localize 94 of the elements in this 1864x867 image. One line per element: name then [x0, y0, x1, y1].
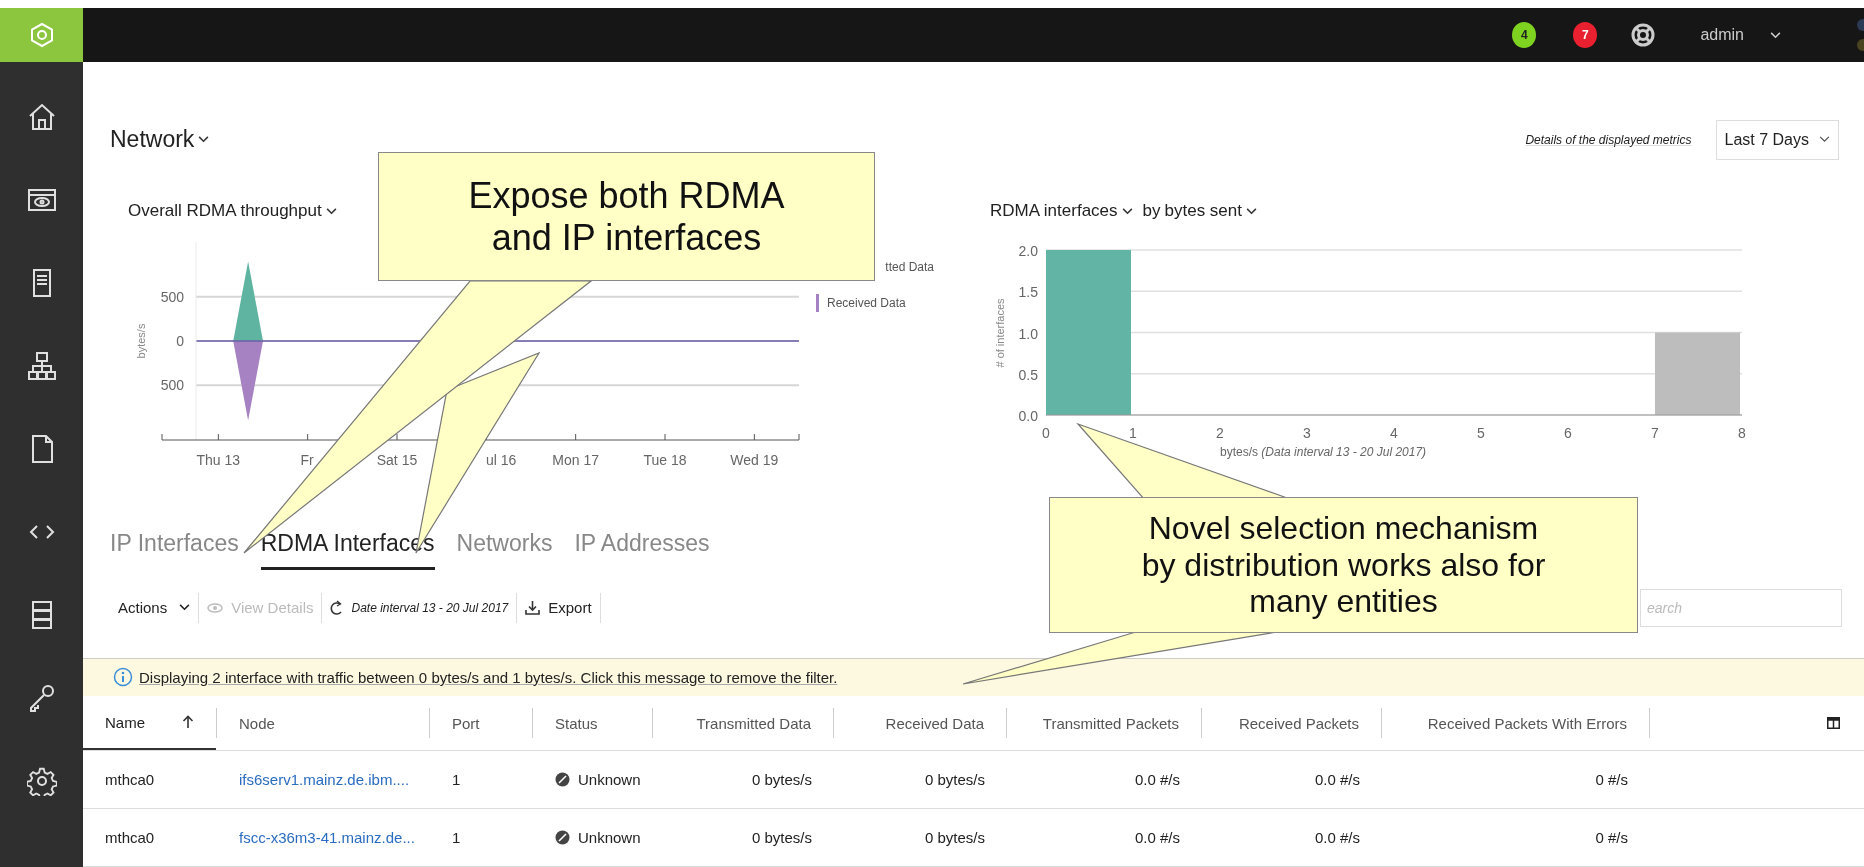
table-cell: Unknown	[578, 771, 641, 788]
column-header[interactable]: Transmitted Packets	[1007, 696, 1201, 750]
axis-label: Thu 13	[196, 452, 241, 469]
axis-label: 7	[1651, 425, 1659, 442]
axis-label: 500	[160, 289, 184, 306]
export-button[interactable]: Export	[548, 597, 592, 619]
axis-title: bytes/s	[135, 323, 147, 359]
section-dropdown[interactable]: Network	[110, 126, 195, 154]
eye-icon	[207, 602, 224, 613]
axis-label: 1	[1129, 425, 1137, 442]
unknown-status-icon	[555, 830, 570, 845]
info-icon	[113, 667, 133, 688]
chevron-down-icon[interactable]	[198, 136, 210, 144]
axis-label: 0.0	[1018, 408, 1038, 425]
axis-label: ul 16	[485, 452, 517, 469]
table-cell: 0.0 #/s	[1134, 829, 1180, 846]
actions-menu[interactable]: Actions	[118, 599, 168, 617]
download-icon[interactable]	[525, 600, 541, 616]
table-cell: 0 bytes/s	[751, 829, 812, 846]
axis-label: Tue 18	[643, 452, 687, 469]
table-cell: 1	[452, 829, 461, 846]
column-header[interactable]: Transmitted Data	[653, 696, 833, 750]
chart-metric-dropdown[interactable]: Overall RDMA throughput	[128, 201, 322, 222]
date-interval-label: Date interval 13 - 20 Jul 2017	[351, 600, 509, 615]
axis-label: 0	[1042, 425, 1050, 442]
axis-label: Fr	[300, 452, 314, 469]
column-header[interactable]: Status	[533, 696, 652, 750]
refresh-icon[interactable]	[330, 599, 344, 616]
chevron-down-icon[interactable]	[1121, 207, 1133, 215]
column-header[interactable]: Received Packets With Errors	[1382, 696, 1649, 750]
settings-icon	[26, 766, 57, 796]
axis-label: 8	[1738, 425, 1746, 442]
node-link[interactable]: fscc-x36m3-41.mainz.de...	[239, 829, 415, 846]
table-cell: mthca0	[105, 771, 155, 788]
chevron-down-icon[interactable]	[1246, 207, 1257, 215]
axis-label: 1.0	[1018, 325, 1038, 342]
axis-label: Mon 17	[552, 452, 599, 469]
chart-caption: by	[1142, 201, 1161, 222]
notification-badge[interactable]: 7	[1573, 22, 1598, 48]
axis-label: 2	[1216, 425, 1224, 442]
metric-dropdown[interactable]: bytes sent	[1164, 201, 1242, 222]
sort-arrow-icon[interactable]	[182, 715, 194, 729]
table-cell: 0 bytes/s	[751, 771, 812, 788]
node-link[interactable]: ifs6serv1.mainz.de.ibm....	[239, 771, 410, 788]
axis-label: 0.5	[1018, 367, 1038, 383]
metrics-details-link[interactable]: Details of the displayed metrics	[1525, 132, 1692, 147]
table-cell: 0 #/s	[1595, 829, 1628, 846]
axis-label: 3	[1303, 425, 1311, 442]
table-cell: mthca0	[105, 829, 155, 846]
table-cell: 0 bytes/s	[924, 829, 985, 846]
tab[interactable]: IP Addresses	[574, 526, 710, 571]
column-header[interactable]: Received Packets	[1202, 696, 1381, 750]
column-header[interactable]: Name	[83, 696, 216, 750]
lifebuoy-icon[interactable]	[1630, 22, 1657, 48]
table-cell: 0.0 #/s	[1314, 829, 1360, 846]
notification-badge[interactable]: 4	[1512, 22, 1537, 48]
table-cell: Unknown	[578, 829, 641, 846]
axis-label: 2.0	[1018, 243, 1038, 260]
axis-label: 0	[176, 333, 184, 350]
filter-message[interactable]: Displaying 2 interface with traffic between 0 bytes/s and 1 bytes/s. Click this message to remove the filter.	[139, 668, 838, 686]
axis-label: 1.5	[1018, 284, 1038, 301]
axis-label: Wed 19	[730, 452, 779, 469]
chevron-down-icon[interactable]	[179, 604, 191, 612]
unknown-status-icon	[555, 772, 570, 787]
axis-label: 6	[1564, 425, 1572, 442]
column-header[interactable]: Node	[217, 696, 429, 750]
axis-title: # of interfaces	[994, 298, 1006, 368]
time-range-dropdown[interactable]: Last 7 Days	[1715, 119, 1839, 160]
axis-title: bytes/s (Data interval 13 - 20 Jul 2017)	[1220, 445, 1428, 460]
legend-label: tted Data	[885, 260, 934, 275]
column-header[interactable]: Received Data	[834, 696, 1006, 750]
table-cell: 0 bytes/s	[924, 771, 985, 788]
status-dots-icon	[1854, 18, 1864, 52]
axis-label: 500	[160, 377, 184, 394]
table-cell: 0.0 #/s	[1314, 771, 1360, 788]
axis-label: 5	[1477, 425, 1485, 442]
chevron-down-icon	[1819, 136, 1830, 144]
column-header[interactable]: Port	[430, 696, 532, 750]
tab[interactable]: IP Interfaces	[110, 526, 239, 571]
user-menu[interactable]: admin	[1700, 26, 1744, 44]
table-cell: 0 #/s	[1595, 771, 1628, 788]
entity-dropdown[interactable]: RDMA interfaces	[990, 201, 1118, 222]
callout-note: Expose both RDMA and IP interfaces	[378, 152, 875, 281]
topology-icon	[26, 351, 57, 381]
chevron-down-icon[interactable]	[325, 207, 337, 215]
search-field[interactable]: earch	[1640, 588, 1842, 627]
table-cell: 0.0 #/s	[1134, 771, 1180, 788]
columns-icon[interactable]	[1827, 717, 1840, 729]
tab[interactable]: Networks	[456, 526, 553, 571]
filter-banner[interactable]: Displaying 2 interface with traffic between 0 bytes/s and 1 bytes/s. Click this message to remove the filter.	[83, 657, 1864, 696]
axis-label: Sat 15	[376, 452, 418, 469]
table-cell: 1	[452, 771, 461, 788]
legend-label: Received Data	[827, 296, 906, 311]
axis-label: 4	[1390, 425, 1398, 442]
